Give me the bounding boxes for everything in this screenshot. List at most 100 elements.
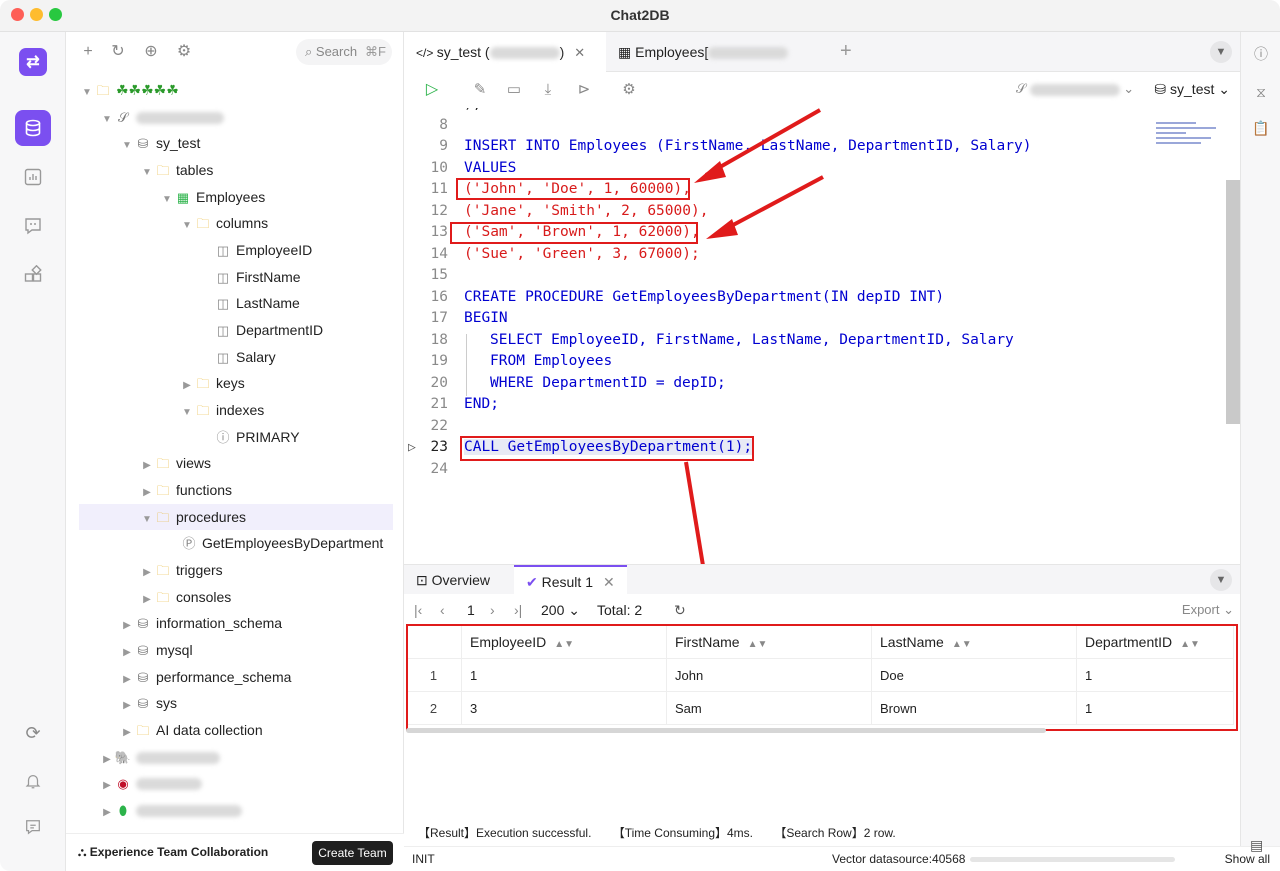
database-tree-panel: + ↻ ⊕ ⚙ ⌕ Search ⌘F ▼ 🗀 ☘☘☘☘☘ ▼ 𝒮 ▼ ⛁ sy_test… [66,32,404,871]
tree-node-connection[interactable]: ▼ 𝒮 [100,104,224,130]
editor-scrollbar[interactable] [1226,180,1240,424]
settings-gear-icon[interactable]: ⚙ [174,42,194,62]
code-icon: </> [416,46,437,60]
tree-node-root[interactable]: ▼ 🗀 ☘☘☘☘☘ [80,77,179,103]
line-number: 11 [430,181,448,197]
table-horizontal-scrollbar[interactable] [406,728,1046,733]
tree-node-db[interactable]: ▶ 🗀 AI data collection [120,717,262,743]
dashboard-chart-icon[interactable] [15,159,51,195]
clipboard-icon[interactable]: 📋 [1251,118,1271,138]
indent-guide [466,334,467,396]
tab-employees[interactable]: ▦ Employees[ [606,32,826,72]
plugins-icon[interactable] [15,257,51,293]
line-number: 15 [430,267,448,283]
tree-node-keys[interactable]: ▶ 🗀 keys [180,370,245,396]
last-page-icon[interactable]: ›| [514,602,522,618]
chevron-right-icon: ▶ [123,700,131,711]
chevron-down-icon: ▼ [182,220,192,231]
tree-node-index-primary[interactable]: ⓘ PRIMARY [214,424,299,450]
tree-node-db[interactable]: ▶ ⛁ performance_schema [120,664,291,690]
tree-node-db-sy-test[interactable]: ▼ ⛁ sy_test [120,130,200,156]
blurred-connection-name [136,112,224,125]
tree-node-columns[interactable]: ▼ 🗀 columns [180,210,268,236]
page-number[interactable]: 1 [467,602,475,618]
line-number: 9 [439,138,448,154]
add-connection-icon[interactable]: + [78,42,98,62]
refresh-icon[interactable]: ↻ [674,602,686,619]
notification-bell-icon[interactable] [15,763,51,799]
tree-node-db[interactable]: ▶ ⛁ mysql [120,637,192,663]
tree-node-consoles[interactable]: ▶ 🗀 consoles [140,584,231,610]
download-icon[interactable]: ⤓ [538,80,558,100]
tree-node-connection[interactable]: ▶ ◉ [100,770,202,796]
prev-page-icon[interactable]: ‹ [440,602,445,618]
tree-node-connection[interactable]: ▶ ⬮ [100,797,242,823]
tree-node-column[interactable]: ◫ DepartmentID [214,317,323,343]
feedback-icon[interactable] [15,809,51,845]
tree-node-table-employees[interactable]: ▼ ▦ Employees [160,184,265,210]
chat-bot-icon[interactable] [15,208,51,244]
vector-progress-bar [970,857,1175,862]
tabs-dropdown-icon[interactable]: ▼ [1210,41,1232,63]
status-search-row: 【Search Row】2 row. [774,826,896,840]
line-number: 24 [430,461,448,477]
next-page-icon[interactable]: › [490,602,495,618]
database-select[interactable]: ⛁ sy_test ⌄ [1154,81,1230,98]
result-toolbar: |‹ ‹ 1 › ›| 200 ⌄ Total: 2 ↻ Export ⌄ [404,594,1240,626]
refresh-icon[interactable]: ↻ [108,42,128,62]
run-icon[interactable]: ▷ [422,80,442,100]
close-tab-icon[interactable]: ✕ [603,574,615,590]
code-line: ); [464,108,481,112]
line-number: 12 [430,203,448,219]
tree-node-connection[interactable]: ▶ 🐘 [100,744,220,770]
create-team-button[interactable]: Create Team [312,841,393,865]
tree-node-db[interactable]: ▶ ⛁ information_schema [120,610,282,636]
tree-search-input[interactable]: ⌕ Search ⌘F [296,39,392,65]
tree-node-tables[interactable]: ▼ 🗀 tables [140,157,213,183]
index-info-icon: ⓘ [216,430,230,445]
tree-node-column[interactable]: ◫ LastName [214,290,300,316]
connection-select[interactable]: 𝒮 ⌄ [1016,81,1134,97]
tree-node-column[interactable]: ◫ EmployeeID [214,237,312,263]
new-tab-icon[interactable]: + [840,40,852,63]
run-line-icon[interactable]: ▷ [408,440,416,455]
tab-overview[interactable]: ⊡ Overview [404,565,502,595]
tree-node-views[interactable]: ▶ 🗀 views [140,450,211,476]
search-icon: ⌕ [305,44,316,59]
tree-node-column[interactable]: ◫ FirstName [214,264,301,290]
tree-node-triggers[interactable]: ▶ 🗀 triggers [140,557,223,583]
line-number: 10 [430,160,448,176]
history-icon[interactable]: ⧖ [1251,82,1271,102]
database-icon: ⛁ [137,696,149,711]
export-button[interactable]: Export ⌄ [1182,602,1234,618]
notes-icon[interactable]: ▤ [1250,837,1270,857]
save-icon[interactable]: ▭ [504,80,524,100]
tree-node-column[interactable]: ◫ Salary [214,344,276,370]
tree-node-db[interactable]: ▶ ⛁ sys [120,690,177,716]
tab-result-1[interactable]: ✔ Result 1 ✕ [514,565,627,595]
sync-icon[interactable]: ⟳ [15,715,51,751]
tree-node-indexes[interactable]: ▼ 🗀 indexes [180,397,264,423]
code-line-12: ('Jane', 'Smith', 2, 65000), [464,203,709,219]
results-collapse-icon[interactable]: ▼ [1210,569,1232,591]
tab-sy-test[interactable]: </> sy_test () ✕ [404,32,606,72]
procedure-icon: Ⓟ [182,536,196,551]
close-tab-icon[interactable]: ✕ [574,45,585,60]
tree-node-procedure[interactable]: Ⓟ GetEmployeesByDepartment [180,530,383,556]
database-icon: ⛁ [1154,81,1171,97]
line-number: 16 [430,289,448,305]
tree-node-procedures[interactable]: ▼ 🗀 procedures [79,504,393,530]
info-icon[interactable]: ⓘ [1251,44,1271,64]
database-icon[interactable] [15,110,51,146]
code-minimap[interactable] [1156,122,1222,162]
execute-plan-icon[interactable]: ⊳ [574,80,594,100]
annotation-box-john [456,178,690,200]
column-icon: ◫ [216,350,230,365]
locate-icon[interactable]: ⊕ [141,42,161,62]
execution-status: 【Result】Execution successful. 【Time Cons… [404,820,1240,846]
format-magic-icon[interactable]: ✎ [470,80,490,100]
settings-gear-icon[interactable]: ⚙ [619,80,639,100]
first-page-icon[interactable]: |‹ [414,602,422,618]
page-size-select[interactable]: 200 ⌄ [541,602,580,619]
tree-node-functions[interactable]: ▶ 🗀 functions [140,477,232,503]
